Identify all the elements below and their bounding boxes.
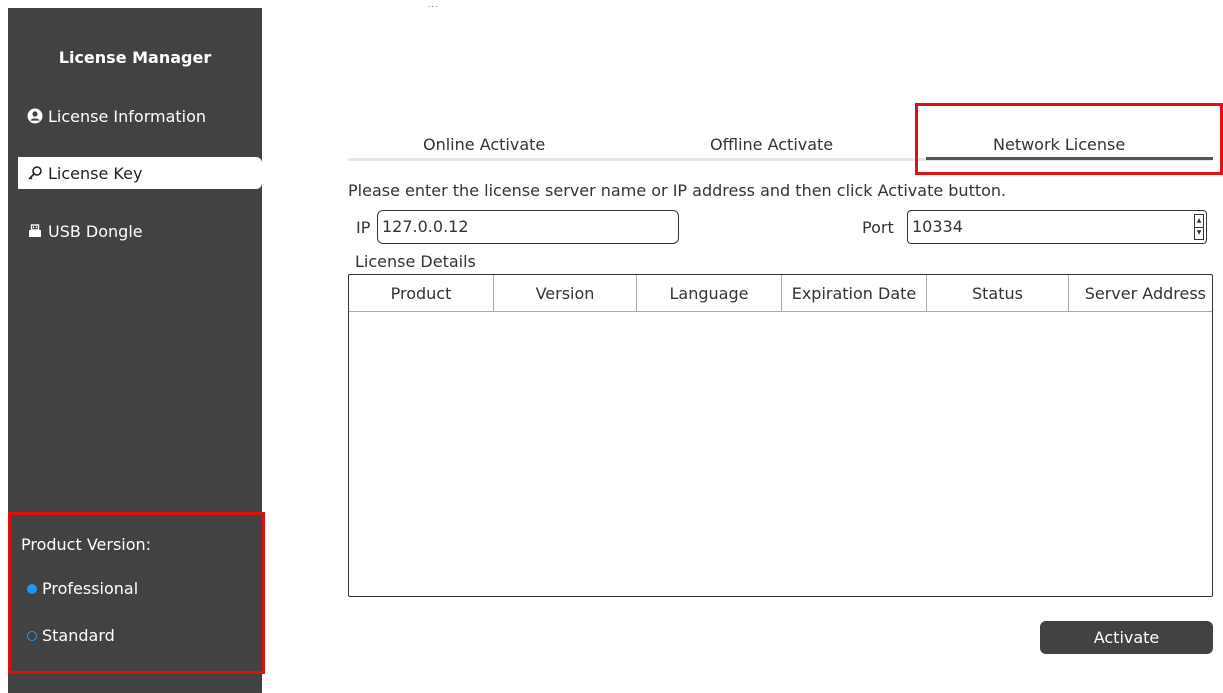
product-version-panel: Product Version: Professional Standard: [8, 512, 265, 674]
column-header-version[interactable]: Version: [494, 275, 637, 311]
table-body: [349, 312, 1212, 596]
radio-professional[interactable]: Professional: [27, 579, 138, 598]
radio-label: Standard: [42, 626, 115, 645]
column-header-server-address[interactable]: Server Address: [1069, 275, 1212, 311]
key-icon: [26, 164, 44, 182]
usb-drive-icon: [26, 222, 44, 240]
sidebar: License Manager License Information Lice…: [8, 8, 265, 693]
ip-label: IP: [356, 218, 371, 237]
sidebar-item-license-key[interactable]: License Key: [18, 157, 262, 189]
sidebar-item-label: License Key: [48, 163, 143, 183]
ip-input[interactable]: 127.0.0.12: [377, 210, 679, 244]
radio-standard[interactable]: Standard: [27, 626, 115, 645]
top-marker: ...: [428, 0, 439, 9]
app-title: License Manager: [58, 48, 212, 67]
port-spinner[interactable]: ▲ ▼: [1194, 214, 1204, 240]
sidebar-item-label: License Information: [48, 106, 207, 126]
column-header-language[interactable]: Language: [637, 275, 782, 311]
instruction-text: Please enter the license server name or …: [348, 181, 1007, 200]
product-version-label: Product Version:: [21, 535, 152, 554]
tab-offline-activate[interactable]: Offline Activate: [710, 135, 833, 154]
spin-down-icon[interactable]: ▼: [1195, 228, 1203, 240]
license-details-table: Product Version Language Expiration Date…: [348, 274, 1213, 597]
user-circle-icon: [26, 107, 44, 125]
column-header-expiration-date[interactable]: Expiration Date: [782, 275, 927, 311]
radio-unselected-icon: [27, 630, 37, 641]
port-input[interactable]: 10334 ▲ ▼: [907, 210, 1207, 244]
port-label: Port: [862, 218, 894, 237]
spin-up-icon[interactable]: ▲: [1195, 215, 1203, 228]
license-details-label: License Details: [355, 252, 476, 271]
column-header-product[interactable]: Product: [349, 275, 494, 311]
sidebar-item-license-information[interactable]: License Information: [18, 100, 262, 132]
radio-label: Professional: [42, 579, 139, 598]
column-header-status[interactable]: Status: [927, 275, 1069, 311]
tab-online-activate[interactable]: Online Activate: [423, 135, 545, 154]
port-value: 10334: [912, 217, 963, 236]
radio-selected-icon: [27, 583, 37, 594]
sidebar-item-label: USB Dongle: [48, 221, 143, 241]
sidebar-item-usb-dongle[interactable]: USB Dongle: [18, 215, 262, 247]
activate-button[interactable]: Activate: [1040, 621, 1213, 654]
table-header: Product Version Language Expiration Date…: [349, 275, 1212, 312]
highlight-box-network-license: [915, 103, 1223, 175]
